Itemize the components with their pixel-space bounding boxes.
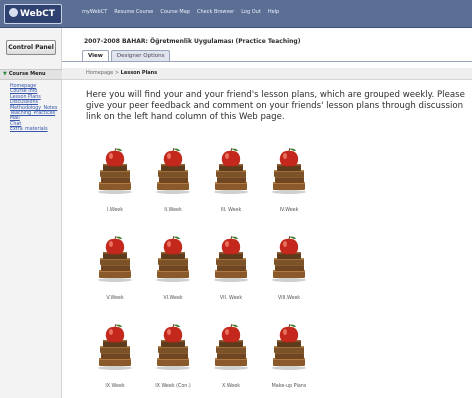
lesson-folder[interactable]: Make-up Plans: [266, 324, 312, 394]
lesson-folder[interactable]: I.Week: [92, 148, 138, 218]
folder-label[interactable]: VII. Week: [208, 296, 254, 301]
folder-label[interactable]: VI.Week: [150, 296, 196, 301]
intro-text: Here you will find your and your friend'…: [86, 90, 465, 122]
course-menu-label: Course Menu: [8, 71, 46, 77]
logo-text: WebCT: [20, 9, 55, 19]
breadcrumb: Homepage > Lesson Plans: [62, 68, 472, 80]
expand-triangle-icon: ▼: [3, 71, 7, 77]
nav-course-map[interactable]: Course Map: [160, 9, 190, 15]
folder-label[interactable]: IV.Week: [266, 208, 312, 213]
folder-label[interactable]: III. Week: [208, 208, 254, 213]
lesson-folder[interactable]: X.Week: [208, 324, 254, 394]
tab-designer-options[interactable]: Designer Options: [110, 50, 171, 61]
lesson-folder[interactable]: IX Week: [92, 324, 138, 394]
lesson-folder[interactable]: VIII.Week: [266, 236, 312, 306]
lesson-folder[interactable]: V.Week: [92, 236, 138, 306]
webct-logo[interactable]: WebCT: [4, 4, 62, 24]
course-title: 2007-2008 BAHAR: Öğretmenlik Uygulaması …: [84, 38, 301, 45]
nav-help[interactable]: Help: [268, 9, 279, 15]
lesson-folder[interactable]: VI.Week: [150, 236, 196, 306]
lesson-folder[interactable]: III. Week: [208, 148, 254, 218]
nav-log-out[interactable]: Log Out: [241, 9, 261, 15]
folder-label[interactable]: V.Week: [92, 296, 138, 301]
folder-label[interactable]: X.Week: [208, 384, 254, 389]
lesson-folder[interactable]: IV.Week: [266, 148, 312, 218]
menu-item-extra-materials[interactable]: Extra_materials: [10, 127, 57, 132]
folder-label[interactable]: VIII.Week: [266, 296, 312, 301]
breadcrumb-home[interactable]: Homepage: [86, 70, 113, 76]
top-bar: WebCT myWebCT Resume Course Course Map C…: [0, 0, 472, 28]
tab-divider: [62, 61, 472, 62]
breadcrumb-current: Lesson Plans: [120, 70, 158, 76]
course-menu-list: Homepage Course Info Lesson Plans Discus…: [10, 84, 57, 133]
nav-mywebct[interactable]: myWebCT: [82, 9, 107, 15]
folder-label[interactable]: II.Week: [150, 208, 196, 213]
nav-check-browser[interactable]: Check Browser: [197, 9, 234, 15]
webct-logo-icon: [9, 8, 18, 17]
folder-label[interactable]: Make-up Plans: [266, 384, 312, 389]
nav-resume-course[interactable]: Resume Course: [114, 9, 153, 15]
control-panel-button[interactable]: Control Panel: [6, 40, 56, 55]
left-sidebar: Control Panel ▼ Course Menu Homepage Cour…: [0, 28, 62, 398]
top-nav: myWebCT Resume Course Course Map Check B…: [82, 9, 279, 15]
folder-label[interactable]: IX Week: [92, 384, 138, 389]
course-menu-header[interactable]: ▼ Course Menu: [0, 69, 62, 80]
tab-view[interactable]: View: [82, 50, 109, 61]
view-tabs: View Designer Options: [82, 50, 171, 61]
lesson-folder[interactable]: VII. Week: [208, 236, 254, 306]
lesson-folder[interactable]: II.Week: [150, 148, 196, 218]
lesson-folder[interactable]: IX Week (Con.): [150, 324, 196, 394]
folder-label[interactable]: I.Week: [92, 208, 138, 213]
lesson-plan-grid: I.Week II.Week III. Week IV.Week V.Week: [92, 148, 324, 389]
breadcrumb-separator: >: [114, 70, 120, 76]
folder-label[interactable]: IX Week (Con.): [150, 384, 196, 389]
